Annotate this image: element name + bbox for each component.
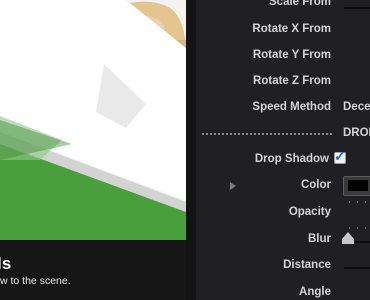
scale-from-slider[interactable] [344, 7, 370, 9]
opacity-label: Opacity [288, 206, 331, 218]
color-well[interactable] [343, 176, 370, 196]
drop-section-header: DROP [343, 127, 370, 139]
pane-divider[interactable] [186, 0, 196, 300]
angle-label: Angle [299, 286, 331, 298]
speed-method-popup[interactable]: Dece [343, 101, 370, 113]
scale-from-label: Scale From [269, 0, 331, 8]
preview-viewer[interactable]: ls w to the scene. [0, 0, 186, 300]
blur-slider-knob[interactable] [342, 232, 354, 244]
color-label: Color [300, 179, 331, 191]
preview-caption-bar [0, 240, 186, 300]
checkmark-icon: ✓ [334, 148, 346, 164]
distance-label: Distance [283, 259, 331, 271]
rotate-z-from-label: Rotate Z From [253, 75, 331, 87]
opacity-slider-ticks [349, 227, 370, 229]
section-divider [202, 133, 332, 135]
blur-label: Blur [308, 233, 331, 245]
distance-slider[interactable] [344, 267, 370, 269]
preview-title: ls [0, 254, 12, 273]
color-slider-ticks [349, 201, 370, 203]
rotate-x-from-label: Rotate X From [252, 23, 331, 35]
preview-image [0, 0, 186, 240]
drop-shadow-label: Drop Shadow [254, 153, 329, 165]
speed-method-label: Speed Method [252, 101, 331, 113]
preview-description: w to the scene. [0, 275, 71, 287]
rotate-y-from-label: Rotate Y From [252, 49, 331, 61]
drop-shadow-checkbox[interactable]: ✓ [334, 148, 346, 164]
